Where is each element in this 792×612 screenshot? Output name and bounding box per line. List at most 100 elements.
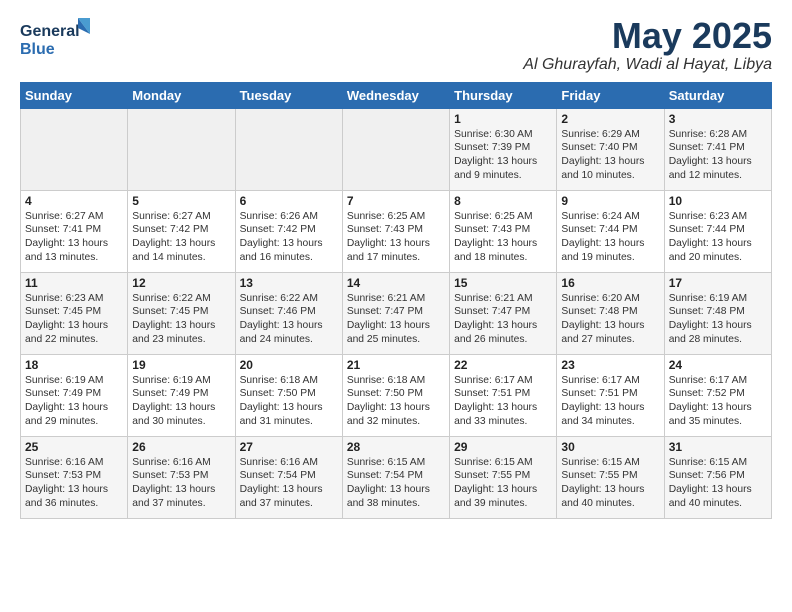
calendar-cell: 18 Sunrise: 6:19 AM Sunset: 7:49 PM Dayli… xyxy=(21,354,128,436)
day-number: 24 xyxy=(669,358,767,372)
day-info: Sunrise: 6:15 AM Sunset: 7:55 PM Dayligh… xyxy=(561,456,659,512)
day-info: Sunrise: 6:15 AM Sunset: 7:55 PM Dayligh… xyxy=(454,456,552,512)
day-info: Sunrise: 6:15 AM Sunset: 7:56 PM Dayligh… xyxy=(669,456,767,512)
day-info: Sunrise: 6:26 AM Sunset: 7:42 PM Dayligh… xyxy=(240,210,338,266)
day-number: 14 xyxy=(347,276,445,290)
calendar-cell: 5 Sunrise: 6:27 AM Sunset: 7:42 PM Daylig… xyxy=(128,190,235,272)
page: General Blue May 2025 Al Ghurayfah, Wadi… xyxy=(0,0,792,529)
calendar-col-header: Thursday xyxy=(450,82,557,108)
day-info: Sunrise: 6:27 AM Sunset: 7:41 PM Dayligh… xyxy=(25,210,123,266)
day-info: Sunrise: 6:19 AM Sunset: 7:48 PM Dayligh… xyxy=(669,292,767,348)
day-info: Sunrise: 6:16 AM Sunset: 7:53 PM Dayligh… xyxy=(25,456,123,512)
day-number: 26 xyxy=(132,440,230,454)
calendar-cell: 31 Sunrise: 6:15 AM Sunset: 7:56 PM Dayli… xyxy=(664,436,771,518)
main-title: May 2025 xyxy=(523,16,772,56)
calendar-col-header: Friday xyxy=(557,82,664,108)
day-info: Sunrise: 6:28 AM Sunset: 7:41 PM Dayligh… xyxy=(669,128,767,184)
day-number: 4 xyxy=(25,194,123,208)
day-info: Sunrise: 6:17 AM Sunset: 7:51 PM Dayligh… xyxy=(561,374,659,430)
calendar-cell: 15Sunrise: 6:21 AM Sunset: 7:47 PM Dayli… xyxy=(450,272,557,354)
calendar-cell: 4 Sunrise: 6:27 AM Sunset: 7:41 PM Daylig… xyxy=(21,190,128,272)
calendar-week-row: 25Sunrise: 6:16 AM Sunset: 7:53 PM Dayli… xyxy=(21,436,772,518)
day-number: 11 xyxy=(25,276,123,290)
day-number: 2 xyxy=(561,112,659,126)
calendar-cell: 10 Sunrise: 6:23 AM Sunset: 7:44 PM Dayli… xyxy=(664,190,771,272)
day-info: Sunrise: 6:21 AM Sunset: 7:47 PM Dayligh… xyxy=(454,292,552,348)
day-info: Sunrise: 6:30 AM Sunset: 7:39 PM Dayligh… xyxy=(454,128,552,184)
logo-svg: General Blue xyxy=(20,16,90,66)
calendar-cell xyxy=(235,108,342,190)
calendar-cell: 9 Sunrise: 6:24 AM Sunset: 7:44 PM Daylig… xyxy=(557,190,664,272)
day-number: 18 xyxy=(25,358,123,372)
day-number: 27 xyxy=(240,440,338,454)
calendar-col-header: Tuesday xyxy=(235,82,342,108)
calendar-week-row: 11 Sunrise: 6:23 AM Sunset: 7:45 PM Dayli… xyxy=(21,272,772,354)
subtitle: Al Ghurayfah, Wadi al Hayat, Libya xyxy=(523,56,772,74)
calendar-cell: 7Sunrise: 6:25 AM Sunset: 7:43 PM Daylig… xyxy=(342,190,449,272)
day-info: Sunrise: 6:25 AM Sunset: 7:43 PM Dayligh… xyxy=(347,210,445,266)
day-number: 23 xyxy=(561,358,659,372)
day-info: Sunrise: 6:23 AM Sunset: 7:44 PM Dayligh… xyxy=(669,210,767,266)
day-number: 31 xyxy=(669,440,767,454)
day-info: Sunrise: 6:25 AM Sunset: 7:43 PM Dayligh… xyxy=(454,210,552,266)
day-number: 12 xyxy=(132,276,230,290)
day-number: 5 xyxy=(132,194,230,208)
calendar-week-row: 1 Sunrise: 6:30 AM Sunset: 7:39 PM Daylig… xyxy=(21,108,772,190)
day-number: 19 xyxy=(132,358,230,372)
calendar-cell: 17 Sunrise: 6:19 AM Sunset: 7:48 PM Dayli… xyxy=(664,272,771,354)
day-info: Sunrise: 6:21 AM Sunset: 7:47 PM Dayligh… xyxy=(347,292,445,348)
day-number: 28 xyxy=(347,440,445,454)
calendar-cell: 20Sunrise: 6:18 AM Sunset: 7:50 PM Dayli… xyxy=(235,354,342,436)
calendar-cell: 13 Sunrise: 6:22 AM Sunset: 7:46 PM Dayli… xyxy=(235,272,342,354)
day-number: 16 xyxy=(561,276,659,290)
calendar-col-header: Saturday xyxy=(664,82,771,108)
calendar-cell: 3 Sunrise: 6:28 AM Sunset: 7:41 PM Daylig… xyxy=(664,108,771,190)
day-number: 20 xyxy=(240,358,338,372)
day-number: 22 xyxy=(454,358,552,372)
day-number: 17 xyxy=(669,276,767,290)
day-info: Sunrise: 6:29 AM Sunset: 7:40 PM Dayligh… xyxy=(561,128,659,184)
calendar-cell: 8 Sunrise: 6:25 AM Sunset: 7:43 PM Daylig… xyxy=(450,190,557,272)
calendar-cell xyxy=(21,108,128,190)
calendar-body: 1 Sunrise: 6:30 AM Sunset: 7:39 PM Daylig… xyxy=(21,108,772,518)
day-info: Sunrise: 6:24 AM Sunset: 7:44 PM Dayligh… xyxy=(561,210,659,266)
day-number: 1 xyxy=(454,112,552,126)
day-info: Sunrise: 6:18 AM Sunset: 7:50 PM Dayligh… xyxy=(347,374,445,430)
day-number: 21 xyxy=(347,358,445,372)
svg-text:Blue: Blue xyxy=(20,41,55,58)
calendar-col-header: Sunday xyxy=(21,82,128,108)
calendar-cell: 19 Sunrise: 6:19 AM Sunset: 7:49 PM Dayli… xyxy=(128,354,235,436)
day-info: Sunrise: 6:27 AM Sunset: 7:42 PM Dayligh… xyxy=(132,210,230,266)
day-number: 10 xyxy=(669,194,767,208)
calendar-cell: 12 Sunrise: 6:22 AM Sunset: 7:45 PM Dayli… xyxy=(128,272,235,354)
calendar-cell: 23 Sunrise: 6:17 AM Sunset: 7:51 PM Dayli… xyxy=(557,354,664,436)
logo: General Blue xyxy=(20,16,90,66)
calendar-cell: 14 Sunrise: 6:21 AM Sunset: 7:47 PM Dayli… xyxy=(342,272,449,354)
day-number: 6 xyxy=(240,194,338,208)
calendar-col-header: Wednesday xyxy=(342,82,449,108)
day-info: Sunrise: 6:19 AM Sunset: 7:49 PM Dayligh… xyxy=(25,374,123,430)
calendar-cell: 28 Sunrise: 6:15 AM Sunset: 7:54 PM Dayli… xyxy=(342,436,449,518)
day-info: Sunrise: 6:15 AM Sunset: 7:54 PM Dayligh… xyxy=(347,456,445,512)
day-number: 9 xyxy=(561,194,659,208)
day-number: 3 xyxy=(669,112,767,126)
day-info: Sunrise: 6:22 AM Sunset: 7:45 PM Dayligh… xyxy=(132,292,230,348)
calendar-week-row: 4 Sunrise: 6:27 AM Sunset: 7:41 PM Daylig… xyxy=(21,190,772,272)
calendar-col-header: Monday xyxy=(128,82,235,108)
day-info: Sunrise: 6:17 AM Sunset: 7:52 PM Dayligh… xyxy=(669,374,767,430)
calendar-cell xyxy=(128,108,235,190)
day-number: 13 xyxy=(240,276,338,290)
calendar-cell xyxy=(342,108,449,190)
day-number: 29 xyxy=(454,440,552,454)
calendar-week-row: 18 Sunrise: 6:19 AM Sunset: 7:49 PM Dayli… xyxy=(21,354,772,436)
calendar-cell: 21 Sunrise: 6:18 AM Sunset: 7:50 PM Dayli… xyxy=(342,354,449,436)
calendar-cell: 22Sunrise: 6:17 AM Sunset: 7:51 PM Dayli… xyxy=(450,354,557,436)
calendar-table: SundayMondayTuesdayWednesdayThursdayFrid… xyxy=(20,82,772,519)
day-info: Sunrise: 6:22 AM Sunset: 7:46 PM Dayligh… xyxy=(240,292,338,348)
calendar-cell: 29 Sunrise: 6:15 AM Sunset: 7:55 PM Dayli… xyxy=(450,436,557,518)
day-number: 8 xyxy=(454,194,552,208)
day-info: Sunrise: 6:23 AM Sunset: 7:45 PM Dayligh… xyxy=(25,292,123,348)
day-info: Sunrise: 6:20 AM Sunset: 7:48 PM Dayligh… xyxy=(561,292,659,348)
day-info: Sunrise: 6:19 AM Sunset: 7:49 PM Dayligh… xyxy=(132,374,230,430)
calendar-cell: 25Sunrise: 6:16 AM Sunset: 7:53 PM Dayli… xyxy=(21,436,128,518)
